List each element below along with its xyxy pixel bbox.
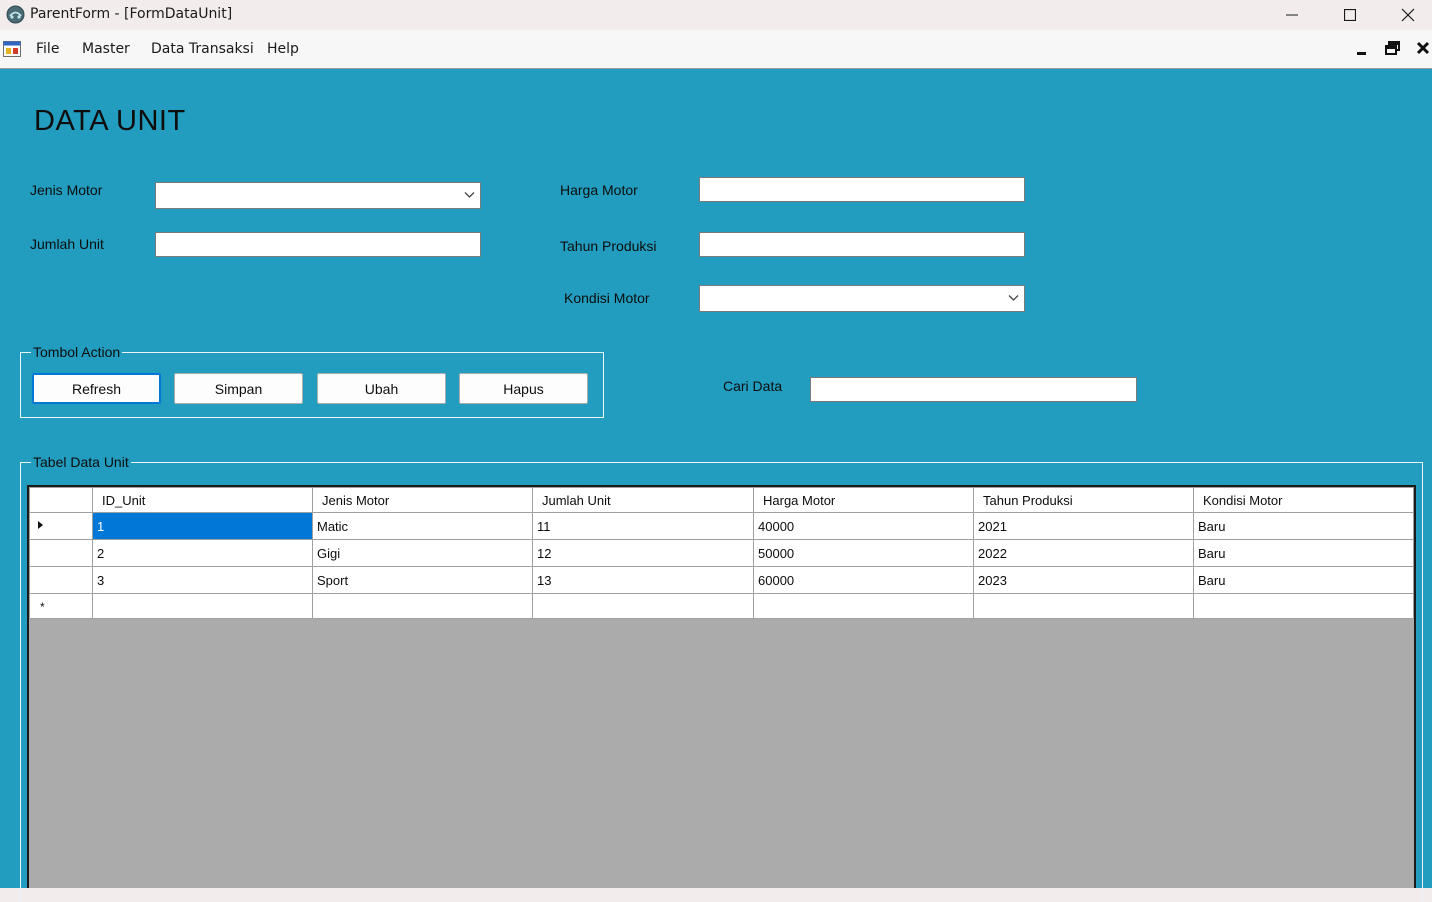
table-cell[interactable]: 1	[92, 512, 313, 540]
label-jumlah-unit: Jumlah Unit	[30, 236, 104, 252]
column-header-harga-motor[interactable]: Harga Motor	[753, 487, 974, 513]
table-cell[interactable]: 12	[532, 539, 754, 567]
table-cell[interactable]: 40000	[753, 512, 974, 540]
table-row[interactable]: 2 Gigi 12 50000 2022 Baru	[29, 539, 1414, 567]
close-icon	[1416, 41, 1430, 55]
table-cell[interactable]: 2	[92, 539, 313, 567]
jumlah-unit-input[interactable]	[155, 232, 481, 257]
mdi-minimize-button[interactable]	[1353, 39, 1371, 57]
table-cell[interactable]	[1193, 593, 1414, 619]
chevron-down-icon	[464, 192, 475, 198]
hapus-button[interactable]: Hapus	[459, 373, 588, 404]
menu-data-transaksi[interactable]: Data Transaksi	[151, 41, 254, 57]
minimize-button[interactable]	[1263, 0, 1321, 30]
table-cell[interactable]: 13	[532, 566, 754, 594]
column-header-jumlah-unit[interactable]: Jumlah Unit	[532, 487, 754, 513]
action-groupbox: Tombol Action Refresh Simpan Ubah Hapus	[20, 344, 604, 418]
table-group-title: Tabel Data Unit	[31, 454, 131, 470]
form-client-area: DATA UNIT Jenis Motor Jumlah Unit Harga …	[0, 69, 1432, 902]
menu-master[interactable]: Master	[82, 41, 130, 57]
table-cell[interactable]: 2021	[973, 512, 1194, 540]
mdi-close-button[interactable]	[1414, 39, 1432, 57]
table-header-row: ID_Unit Jenis Motor Jumlah Unit Harga Mo…	[29, 487, 1414, 513]
column-header-jenis-motor[interactable]: Jenis Motor	[312, 487, 533, 513]
jenis-motor-combobox[interactable]	[155, 182, 481, 209]
mdi-restore-button[interactable]	[1384, 39, 1402, 57]
table-cell[interactable]	[532, 593, 754, 619]
close-button[interactable]	[1379, 0, 1432, 30]
minimize-icon	[1286, 14, 1298, 16]
label-tahun-produksi: Tahun Produksi	[560, 238, 657, 254]
label-cari-data: Cari Data	[723, 378, 783, 394]
table-cell[interactable]: Sport	[312, 566, 533, 594]
table-cell[interactable]: Baru	[1193, 539, 1414, 567]
table-cell[interactable]: 3	[92, 566, 313, 594]
app-icon	[6, 5, 25, 24]
row-header-corner[interactable]	[29, 487, 93, 513]
action-group-title: Tombol Action	[31, 344, 123, 360]
harga-motor-input[interactable]	[699, 177, 1025, 202]
label-kondisi-motor: Kondisi Motor	[564, 290, 650, 306]
label-harga-motor: Harga Motor	[560, 182, 638, 198]
simpan-button[interactable]: Simpan	[174, 373, 303, 404]
table-cell[interactable]	[753, 593, 974, 619]
table-cell[interactable]: 2023	[973, 566, 1194, 594]
new-row-marker: *	[40, 599, 45, 614]
column-header-tahun-produksi[interactable]: Tahun Produksi	[973, 487, 1194, 513]
menu-help[interactable]: Help	[267, 41, 299, 57]
menu-file[interactable]: File	[36, 41, 59, 57]
menu-bar: File Master Data Transaksi Help	[0, 30, 1432, 69]
table-cell[interactable]: 60000	[753, 566, 974, 594]
new-row-header[interactable]: *	[29, 593, 93, 619]
column-header-id-unit[interactable]: ID_Unit	[92, 487, 313, 513]
refresh-button[interactable]: Refresh	[32, 373, 161, 404]
new-row[interactable]: *	[29, 593, 1414, 619]
title-bar: ParentForm - [FormDataUnit]	[0, 0, 1432, 30]
row-header[interactable]	[29, 539, 93, 567]
kondisi-motor-combobox[interactable]	[699, 285, 1025, 312]
table-cell[interactable]: 50000	[753, 539, 974, 567]
table-cell[interactable]	[973, 593, 1194, 619]
maximize-icon	[1344, 9, 1356, 21]
table-row[interactable]: 3 Sport 13 60000 2023 Baru	[29, 566, 1414, 594]
table-cell[interactable]: Gigi	[312, 539, 533, 567]
label-jenis-motor: Jenis Motor	[30, 182, 103, 198]
table-cell[interactable]: Matic	[312, 512, 533, 540]
close-icon	[1401, 8, 1415, 22]
data-unit-grid[interactable]: ID_Unit Jenis Motor Jumlah Unit Harga Mo…	[27, 485, 1416, 888]
page-title: DATA UNIT	[34, 105, 186, 137]
ubah-button[interactable]: Ubah	[317, 373, 446, 404]
current-row-arrow-icon	[38, 520, 43, 529]
row-header[interactable]	[29, 566, 93, 594]
minimize-icon	[1357, 52, 1366, 55]
restore-icon	[1385, 41, 1400, 55]
maximize-button[interactable]	[1321, 0, 1379, 30]
window-title: ParentForm - [FormDataUnit]	[30, 6, 233, 22]
chevron-down-icon	[1008, 295, 1019, 301]
row-header[interactable]	[29, 512, 93, 540]
column-header-kondisi-motor[interactable]: Kondisi Motor	[1193, 487, 1414, 513]
cari-data-input[interactable]	[810, 377, 1137, 402]
table-cell[interactable]: 11	[532, 512, 754, 540]
table-cell[interactable]	[92, 593, 313, 619]
mdi-child-icon[interactable]	[3, 41, 21, 57]
tahun-produksi-input[interactable]	[699, 232, 1025, 257]
table-cell[interactable]: Baru	[1193, 512, 1414, 540]
data-table: ID_Unit Jenis Motor Jumlah Unit Harga Mo…	[29, 487, 1414, 619]
table-cell[interactable]: Baru	[1193, 566, 1414, 594]
table-cell[interactable]	[312, 593, 533, 619]
table-row[interactable]: 1 Matic 11 40000 2021 Baru	[29, 512, 1414, 540]
table-cell[interactable]: 2022	[973, 539, 1194, 567]
